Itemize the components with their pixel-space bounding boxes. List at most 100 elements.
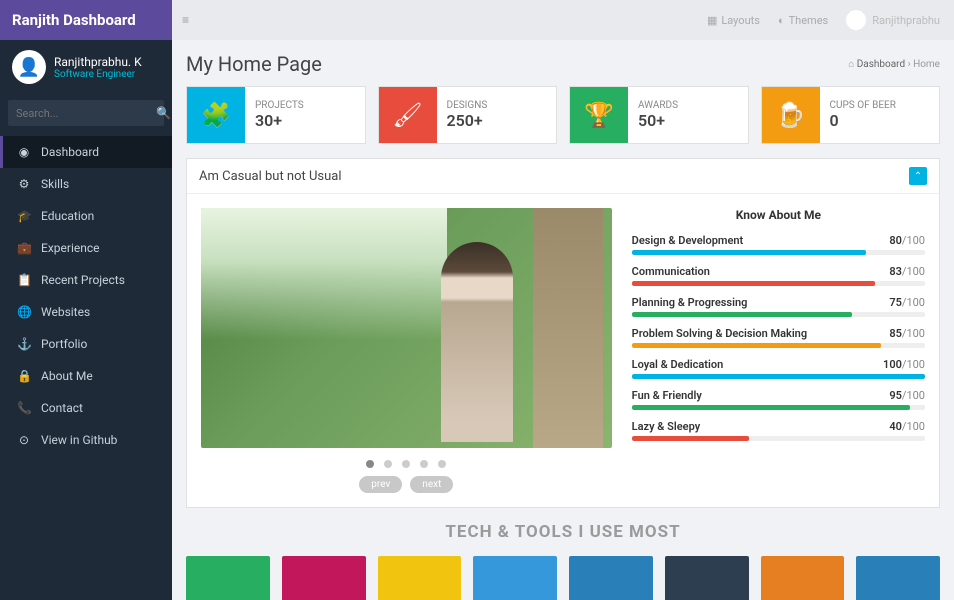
skill-name: Problem Solving & Decision Making	[632, 327, 807, 340]
tech-tile[interactable]	[186, 556, 270, 600]
search-icon[interactable]: 🔍	[156, 106, 171, 120]
dot[interactable]	[366, 460, 374, 468]
nav-item-portfolio[interactable]: ⚓ Portfolio	[0, 328, 172, 360]
stat-value: 0	[830, 111, 896, 130]
crumb-root[interactable]: Dashboard	[857, 59, 905, 70]
topbar-user[interactable]: Ranjithprabhu	[846, 10, 940, 30]
themes-link[interactable]: ◐ Themes	[778, 14, 828, 27]
nav-icon: 📋	[17, 273, 31, 287]
home-icon[interactable]: ⌂	[848, 59, 854, 70]
panel-title: Am Casual but not Usual	[199, 169, 342, 184]
stat-label: DESIGNS	[447, 100, 488, 111]
dot[interactable]	[420, 460, 428, 468]
nav-item-view-in-github[interactable]: ⊙View in Github	[0, 424, 172, 456]
skill-name: Loyal & Dedication	[632, 358, 724, 371]
stat-icon: 🖌	[379, 87, 437, 143]
about-section: Know About Me Design & Development80/100…	[632, 208, 925, 493]
stat-icon: 🧩	[187, 87, 245, 143]
carousel: prev next	[201, 208, 612, 493]
nav-item-about-me[interactable]: 🔒About Me	[0, 360, 172, 392]
nav-label: Education	[41, 209, 94, 223]
skill-name: Planning & Progressing	[632, 296, 748, 309]
nav-icon: 🎓	[17, 209, 31, 223]
hero-image	[201, 208, 612, 448]
skill-name: Fun & Friendly	[632, 389, 702, 402]
skill-name: Communication	[632, 265, 710, 278]
layouts-link[interactable]: ▦ Layouts	[707, 14, 760, 27]
stat-label: AWARDS	[638, 100, 678, 111]
stat-card[interactable]: 🖌 DESIGNS250+	[378, 86, 558, 144]
next-button[interactable]: next	[410, 476, 453, 493]
nav-label: Contact	[41, 401, 83, 415]
nav-label: Skills	[41, 177, 69, 191]
nav-label: Portfolio	[41, 337, 87, 351]
prev-button[interactable]: prev	[359, 476, 402, 493]
tech-title: TECH & TOOLS I USE MOST	[186, 522, 940, 542]
skill-row: Loyal & Dedication 100/100	[632, 358, 925, 379]
about-panel: Am Casual but not Usual ⌃ prev next	[186, 158, 940, 508]
collapse-button[interactable]: ⌃	[909, 167, 927, 185]
tech-tile[interactable]	[473, 556, 557, 600]
nav-icon: ◉	[17, 145, 31, 159]
carousel-dots	[201, 460, 612, 468]
search-box[interactable]: 🔍	[8, 100, 164, 126]
avatar[interactable]: 👤	[12, 50, 46, 84]
nav-icon: 🌐	[17, 305, 31, 319]
skill-value: 100/100	[883, 358, 925, 371]
topbar-avatar	[846, 10, 866, 30]
nav-label: Experience	[41, 241, 100, 255]
nav-icon: ⚙	[17, 177, 31, 191]
skill-value: 80/100	[889, 234, 925, 247]
tech-tile[interactable]	[761, 556, 845, 600]
user-role[interactable]: Software Engineer	[54, 69, 142, 80]
nav-label: About Me	[41, 369, 93, 383]
nav-item-websites[interactable]: 🌐 Websites	[0, 296, 172, 328]
stat-card[interactable]: 🧩PROJECTS30+	[186, 86, 366, 144]
tech-tile[interactable]	[569, 556, 653, 600]
sidebar: Ranjith Dashboard 👤 Ranjithprabhu. K Sof…	[0, 0, 172, 600]
tech-tile[interactable]	[665, 556, 749, 600]
dot[interactable]	[384, 460, 392, 468]
nav-label: Websites	[41, 305, 90, 319]
brand-title: Ranjith Dashboard	[0, 0, 172, 40]
breadcrumb: ⌂ Dashboard › Home	[848, 59, 940, 70]
nav-item-skills[interactable]: ⚙ Skills	[0, 168, 172, 200]
stat-label: CUPS OF BEER	[830, 100, 896, 111]
nav-item-recent-projects[interactable]: 📋Recent Projects	[0, 264, 172, 296]
nav-icon: ⊙	[17, 433, 31, 447]
nav-item-contact[interactable]: 📞Contact	[0, 392, 172, 424]
skill-name: Lazy & Sleepy	[632, 420, 701, 433]
nav-label: Dashboard	[41, 145, 99, 159]
tech-tile[interactable]	[282, 556, 366, 600]
dot[interactable]	[402, 460, 410, 468]
stat-value: 250+	[447, 111, 488, 130]
skill-value: 85/100	[889, 327, 925, 340]
tech-tile[interactable]	[378, 556, 462, 600]
main-content: My Home Page ⌂ Dashboard › Home 🧩PROJECT…	[172, 40, 954, 600]
skill-row: Problem Solving & Decision Making 85/100	[632, 327, 925, 348]
stat-icon: 🍺	[762, 87, 820, 143]
skill-value: 95/100	[889, 389, 925, 402]
nav-item-experience[interactable]: 💼 Experience	[0, 232, 172, 264]
nav-icon: ⚓	[17, 337, 31, 351]
stat-card[interactable]: 🍺 CUPS OF BEER0	[761, 86, 941, 144]
stat-card[interactable]: 🏆AWARDS50+	[569, 86, 749, 144]
dot[interactable]	[438, 460, 446, 468]
menu-icon[interactable]: ≡	[182, 13, 189, 27]
skill-value: 83/100	[889, 265, 925, 278]
stat-label: PROJECTS	[255, 100, 304, 111]
tech-tile[interactable]	[856, 556, 940, 600]
skill-row: Fun & Friendly 95/100	[632, 389, 925, 410]
nav-icon: 💼	[17, 241, 31, 255]
user-name: Ranjithprabhu. K	[54, 55, 142, 69]
search-input[interactable]	[16, 107, 156, 120]
nav-item-dashboard[interactable]: ◉ Dashboard	[0, 136, 172, 168]
topbar: ≡ ▦ Layouts ◐ Themes Ranjithprabhu	[172, 0, 954, 40]
skill-value: 75/100	[889, 296, 925, 309]
skill-name: Design & Development	[632, 234, 744, 247]
skill-value: 40/100	[889, 420, 925, 433]
nav-item-education[interactable]: 🎓 Education	[0, 200, 172, 232]
stat-value: 50+	[638, 111, 678, 130]
user-box: 👤 Ranjithprabhu. K Software Engineer	[0, 40, 172, 94]
skill-row: Planning & Progressing 75/100	[632, 296, 925, 317]
